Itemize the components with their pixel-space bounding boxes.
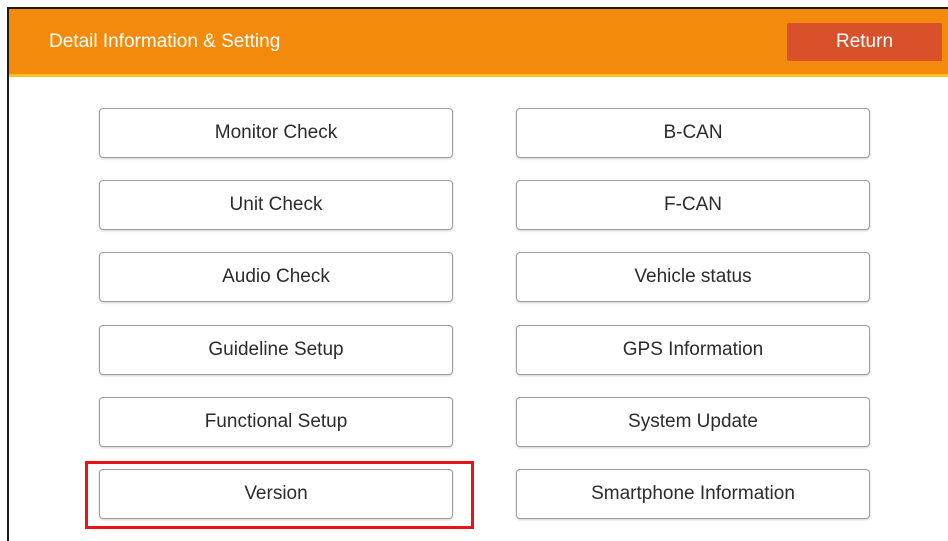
audio-check-button[interactable]: Audio Check: [99, 252, 453, 302]
header-bar: Detail Information & Setting Return: [9, 9, 948, 77]
monitor-check-button[interactable]: Monitor Check: [99, 108, 453, 158]
version-button[interactable]: Version: [99, 469, 453, 519]
b-can-button[interactable]: B-CAN: [516, 108, 870, 158]
gps-information-button[interactable]: GPS Information: [516, 325, 870, 375]
functional-setup-button[interactable]: Functional Setup: [99, 397, 453, 447]
page-title: Detail Information & Setting: [49, 31, 281, 52]
guideline-setup-button[interactable]: Guideline Setup: [99, 325, 453, 375]
vehicle-status-button[interactable]: Vehicle status: [516, 252, 870, 302]
unit-check-button[interactable]: Unit Check: [99, 180, 453, 230]
f-can-button[interactable]: F-CAN: [516, 180, 870, 230]
return-button[interactable]: Return: [787, 23, 942, 61]
screen-frame: Detail Information & Setting Return Moni…: [7, 7, 948, 541]
smartphone-information-button[interactable]: Smartphone Information: [516, 469, 870, 519]
system-update-button[interactable]: System Update: [516, 397, 870, 447]
